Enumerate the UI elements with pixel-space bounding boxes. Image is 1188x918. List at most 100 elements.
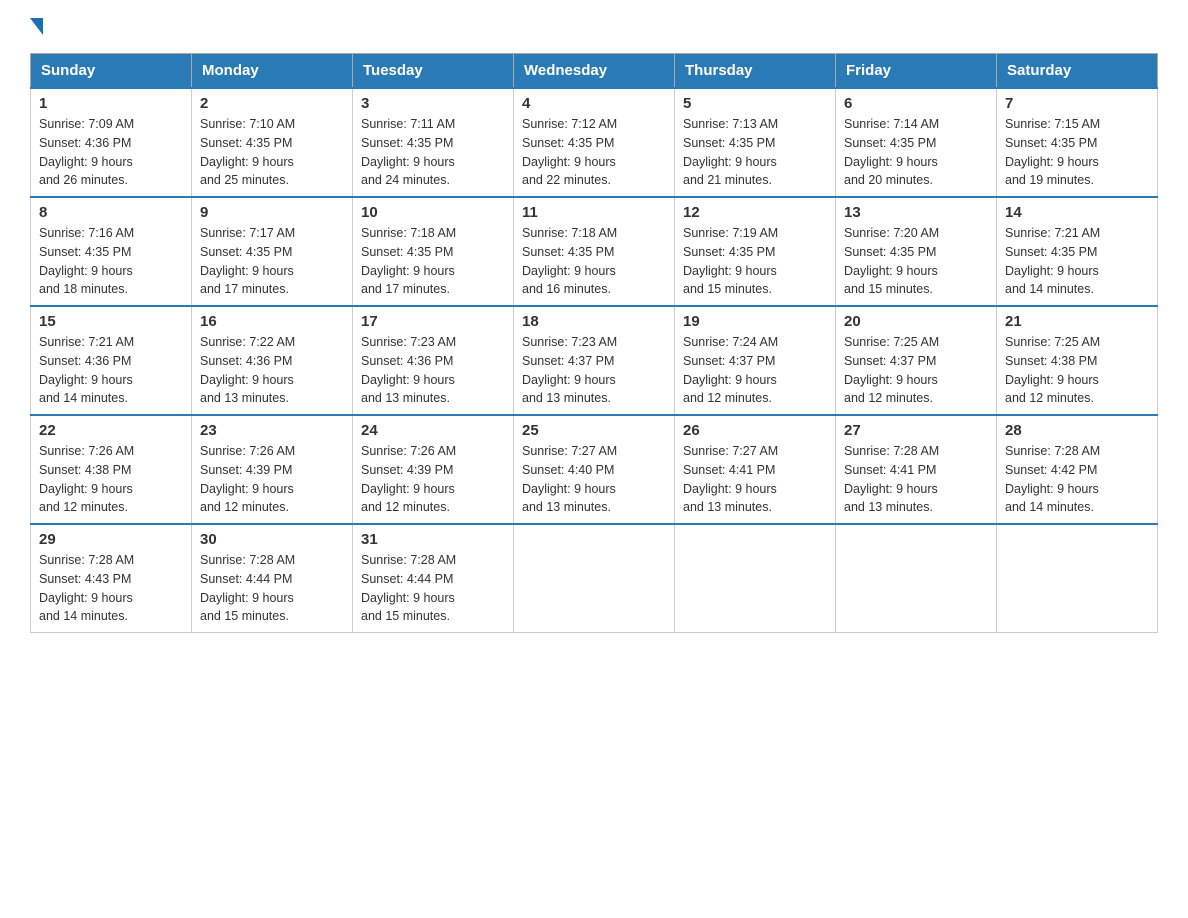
calendar-cell: 2 Sunrise: 7:10 AM Sunset: 4:35 PM Dayli… xyxy=(192,88,353,197)
day-number: 6 xyxy=(844,95,988,112)
day-info: Sunrise: 7:25 AM Sunset: 4:38 PM Dayligh… xyxy=(1005,333,1149,408)
day-number: 23 xyxy=(200,422,344,439)
calendar-cell: 8 Sunrise: 7:16 AM Sunset: 4:35 PM Dayli… xyxy=(31,197,192,306)
day-number: 1 xyxy=(39,95,183,112)
day-number: 27 xyxy=(844,422,988,439)
day-number: 18 xyxy=(522,313,666,330)
day-info: Sunrise: 7:24 AM Sunset: 4:37 PM Dayligh… xyxy=(683,333,827,408)
day-number: 8 xyxy=(39,204,183,221)
day-info: Sunrise: 7:28 AM Sunset: 4:44 PM Dayligh… xyxy=(361,551,505,626)
day-number: 20 xyxy=(844,313,988,330)
calendar-cell: 23 Sunrise: 7:26 AM Sunset: 4:39 PM Dayl… xyxy=(192,415,353,524)
day-number: 10 xyxy=(361,204,505,221)
calendar-cell: 12 Sunrise: 7:19 AM Sunset: 4:35 PM Dayl… xyxy=(675,197,836,306)
week-row: 29 Sunrise: 7:28 AM Sunset: 4:43 PM Dayl… xyxy=(31,524,1158,633)
calendar-cell: 3 Sunrise: 7:11 AM Sunset: 4:35 PM Dayli… xyxy=(353,88,514,197)
calendar-cell: 28 Sunrise: 7:28 AM Sunset: 4:42 PM Dayl… xyxy=(997,415,1158,524)
calendar-cell: 5 Sunrise: 7:13 AM Sunset: 4:35 PM Dayli… xyxy=(675,88,836,197)
col-header-tuesday: Tuesday xyxy=(353,54,514,89)
calendar-cell: 16 Sunrise: 7:22 AM Sunset: 4:36 PM Dayl… xyxy=(192,306,353,415)
calendar-cell: 10 Sunrise: 7:18 AM Sunset: 4:35 PM Dayl… xyxy=(353,197,514,306)
day-info: Sunrise: 7:20 AM Sunset: 4:35 PM Dayligh… xyxy=(844,224,988,299)
day-info: Sunrise: 7:16 AM Sunset: 4:35 PM Dayligh… xyxy=(39,224,183,299)
day-info: Sunrise: 7:10 AM Sunset: 4:35 PM Dayligh… xyxy=(200,115,344,190)
day-number: 22 xyxy=(39,422,183,439)
day-number: 9 xyxy=(200,204,344,221)
logo-triangle-icon xyxy=(30,18,43,35)
day-info: Sunrise: 7:19 AM Sunset: 4:35 PM Dayligh… xyxy=(683,224,827,299)
day-info: Sunrise: 7:09 AM Sunset: 4:36 PM Dayligh… xyxy=(39,115,183,190)
day-info: Sunrise: 7:25 AM Sunset: 4:37 PM Dayligh… xyxy=(844,333,988,408)
day-number: 7 xyxy=(1005,95,1149,112)
calendar-cell: 13 Sunrise: 7:20 AM Sunset: 4:35 PM Dayl… xyxy=(836,197,997,306)
day-info: Sunrise: 7:23 AM Sunset: 4:36 PM Dayligh… xyxy=(361,333,505,408)
calendar-cell xyxy=(997,524,1158,633)
day-info: Sunrise: 7:13 AM Sunset: 4:35 PM Dayligh… xyxy=(683,115,827,190)
day-info: Sunrise: 7:23 AM Sunset: 4:37 PM Dayligh… xyxy=(522,333,666,408)
page-header xyxy=(30,20,1158,37)
day-info: Sunrise: 7:21 AM Sunset: 4:36 PM Dayligh… xyxy=(39,333,183,408)
day-number: 25 xyxy=(522,422,666,439)
calendar-cell: 25 Sunrise: 7:27 AM Sunset: 4:40 PM Dayl… xyxy=(514,415,675,524)
day-info: Sunrise: 7:18 AM Sunset: 4:35 PM Dayligh… xyxy=(522,224,666,299)
calendar-table: SundayMondayTuesdayWednesdayThursdayFrid… xyxy=(30,53,1158,633)
day-info: Sunrise: 7:22 AM Sunset: 4:36 PM Dayligh… xyxy=(200,333,344,408)
day-number: 28 xyxy=(1005,422,1149,439)
calendar-cell: 20 Sunrise: 7:25 AM Sunset: 4:37 PM Dayl… xyxy=(836,306,997,415)
day-number: 11 xyxy=(522,204,666,221)
week-row: 1 Sunrise: 7:09 AM Sunset: 4:36 PM Dayli… xyxy=(31,88,1158,197)
day-number: 3 xyxy=(361,95,505,112)
calendar-cell: 19 Sunrise: 7:24 AM Sunset: 4:37 PM Dayl… xyxy=(675,306,836,415)
calendar-cell: 30 Sunrise: 7:28 AM Sunset: 4:44 PM Dayl… xyxy=(192,524,353,633)
calendar-cell xyxy=(514,524,675,633)
logo xyxy=(30,20,43,37)
day-number: 16 xyxy=(200,313,344,330)
day-info: Sunrise: 7:14 AM Sunset: 4:35 PM Dayligh… xyxy=(844,115,988,190)
calendar-cell: 1 Sunrise: 7:09 AM Sunset: 4:36 PM Dayli… xyxy=(31,88,192,197)
day-info: Sunrise: 7:15 AM Sunset: 4:35 PM Dayligh… xyxy=(1005,115,1149,190)
day-number: 17 xyxy=(361,313,505,330)
day-info: Sunrise: 7:28 AM Sunset: 4:43 PM Dayligh… xyxy=(39,551,183,626)
col-header-monday: Monday xyxy=(192,54,353,89)
calendar-cell: 15 Sunrise: 7:21 AM Sunset: 4:36 PM Dayl… xyxy=(31,306,192,415)
day-info: Sunrise: 7:28 AM Sunset: 4:44 PM Dayligh… xyxy=(200,551,344,626)
day-number: 29 xyxy=(39,531,183,548)
calendar-cell: 11 Sunrise: 7:18 AM Sunset: 4:35 PM Dayl… xyxy=(514,197,675,306)
day-info: Sunrise: 7:28 AM Sunset: 4:42 PM Dayligh… xyxy=(1005,442,1149,517)
day-number: 24 xyxy=(361,422,505,439)
calendar-cell: 31 Sunrise: 7:28 AM Sunset: 4:44 PM Dayl… xyxy=(353,524,514,633)
calendar-cell: 14 Sunrise: 7:21 AM Sunset: 4:35 PM Dayl… xyxy=(997,197,1158,306)
col-header-thursday: Thursday xyxy=(675,54,836,89)
week-row: 22 Sunrise: 7:26 AM Sunset: 4:38 PM Dayl… xyxy=(31,415,1158,524)
day-info: Sunrise: 7:26 AM Sunset: 4:39 PM Dayligh… xyxy=(200,442,344,517)
day-info: Sunrise: 7:27 AM Sunset: 4:40 PM Dayligh… xyxy=(522,442,666,517)
day-info: Sunrise: 7:18 AM Sunset: 4:35 PM Dayligh… xyxy=(361,224,505,299)
calendar-cell: 4 Sunrise: 7:12 AM Sunset: 4:35 PM Dayli… xyxy=(514,88,675,197)
day-info: Sunrise: 7:11 AM Sunset: 4:35 PM Dayligh… xyxy=(361,115,505,190)
calendar-cell: 18 Sunrise: 7:23 AM Sunset: 4:37 PM Dayl… xyxy=(514,306,675,415)
day-number: 2 xyxy=(200,95,344,112)
day-info: Sunrise: 7:28 AM Sunset: 4:41 PM Dayligh… xyxy=(844,442,988,517)
day-number: 30 xyxy=(200,531,344,548)
day-info: Sunrise: 7:26 AM Sunset: 4:39 PM Dayligh… xyxy=(361,442,505,517)
col-header-sunday: Sunday xyxy=(31,54,192,89)
calendar-cell: 17 Sunrise: 7:23 AM Sunset: 4:36 PM Dayl… xyxy=(353,306,514,415)
calendar-cell: 29 Sunrise: 7:28 AM Sunset: 4:43 PM Dayl… xyxy=(31,524,192,633)
col-header-wednesday: Wednesday xyxy=(514,54,675,89)
calendar-cell: 26 Sunrise: 7:27 AM Sunset: 4:41 PM Dayl… xyxy=(675,415,836,524)
calendar-cell xyxy=(836,524,997,633)
day-number: 5 xyxy=(683,95,827,112)
calendar-cell: 21 Sunrise: 7:25 AM Sunset: 4:38 PM Dayl… xyxy=(997,306,1158,415)
day-info: Sunrise: 7:21 AM Sunset: 4:35 PM Dayligh… xyxy=(1005,224,1149,299)
calendar-cell xyxy=(675,524,836,633)
calendar-cell: 27 Sunrise: 7:28 AM Sunset: 4:41 PM Dayl… xyxy=(836,415,997,524)
day-number: 19 xyxy=(683,313,827,330)
col-header-friday: Friday xyxy=(836,54,997,89)
calendar-cell: 9 Sunrise: 7:17 AM Sunset: 4:35 PM Dayli… xyxy=(192,197,353,306)
day-number: 15 xyxy=(39,313,183,330)
calendar-cell: 7 Sunrise: 7:15 AM Sunset: 4:35 PM Dayli… xyxy=(997,88,1158,197)
col-header-saturday: Saturday xyxy=(997,54,1158,89)
day-number: 4 xyxy=(522,95,666,112)
day-number: 21 xyxy=(1005,313,1149,330)
day-number: 12 xyxy=(683,204,827,221)
